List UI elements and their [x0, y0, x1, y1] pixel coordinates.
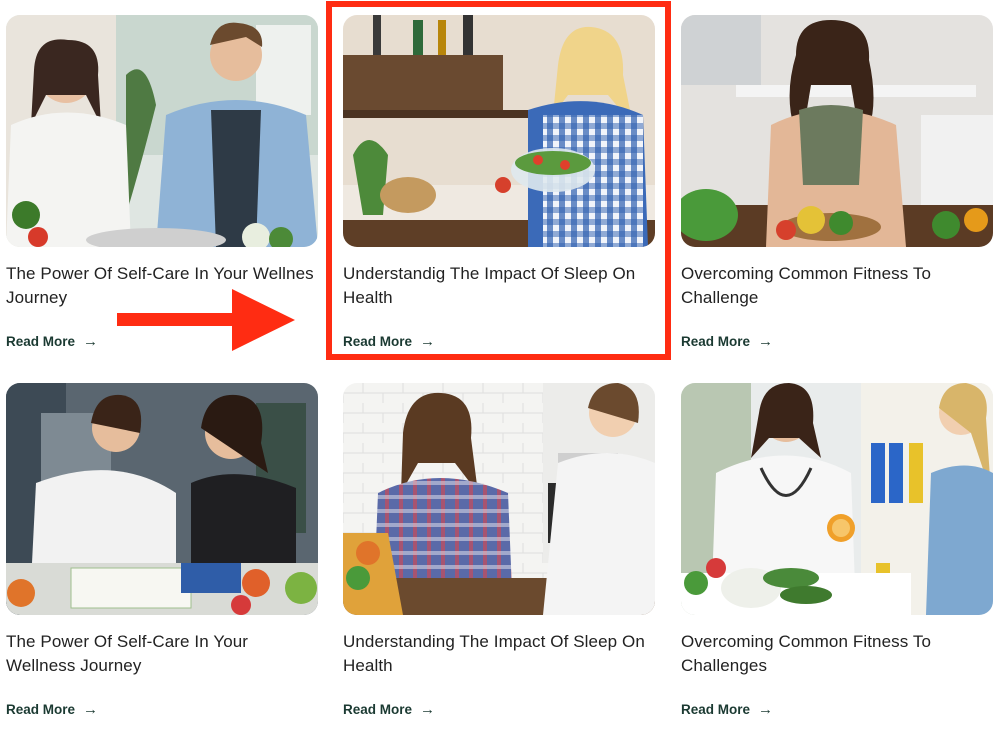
two-women-meal-plan-photo[interactable] [6, 383, 318, 615]
card-title[interactable]: Overcoming Common Fitness To Challenge [681, 262, 993, 310]
arrow-right-icon: → [420, 701, 436, 718]
read-more-link[interactable]: Read More → [681, 333, 773, 350]
arrow-right-icon: → [758, 701, 774, 718]
read-more-label: Read More [6, 702, 76, 717]
read-more-label: Read More [6, 334, 76, 349]
doctor-patient-vegetables-photo[interactable] [681, 383, 993, 615]
couple-healthy-food-photo[interactable] [6, 15, 318, 247]
red-arrow-right-icon [117, 289, 295, 351]
read-more-link[interactable]: Read More → [6, 333, 98, 350]
highlight-box [326, 1, 671, 360]
arrow-right-icon: → [83, 333, 99, 350]
card-title[interactable]: Overcoming Common Fitness To Challenges [681, 630, 993, 678]
read-more-link[interactable]: Read More → [6, 701, 98, 718]
read-more-link[interactable]: Read More → [681, 701, 773, 718]
read-more-label: Read More [681, 334, 751, 349]
read-more-label: Read More [343, 702, 413, 717]
card-title[interactable]: The Power Of Self-Care In Your Wellness … [6, 630, 318, 678]
woman-consultation-photo[interactable] [343, 383, 655, 615]
arrow-right-icon: → [758, 333, 774, 350]
read-more-label: Read More [681, 702, 751, 717]
woman-cutting-vegetables-photo[interactable] [681, 15, 993, 247]
read-more-link[interactable]: Read More → [343, 701, 435, 718]
arrow-right-icon: → [83, 701, 99, 718]
card-title[interactable]: Understanding The Impact Of Sleep On Hea… [343, 630, 655, 678]
